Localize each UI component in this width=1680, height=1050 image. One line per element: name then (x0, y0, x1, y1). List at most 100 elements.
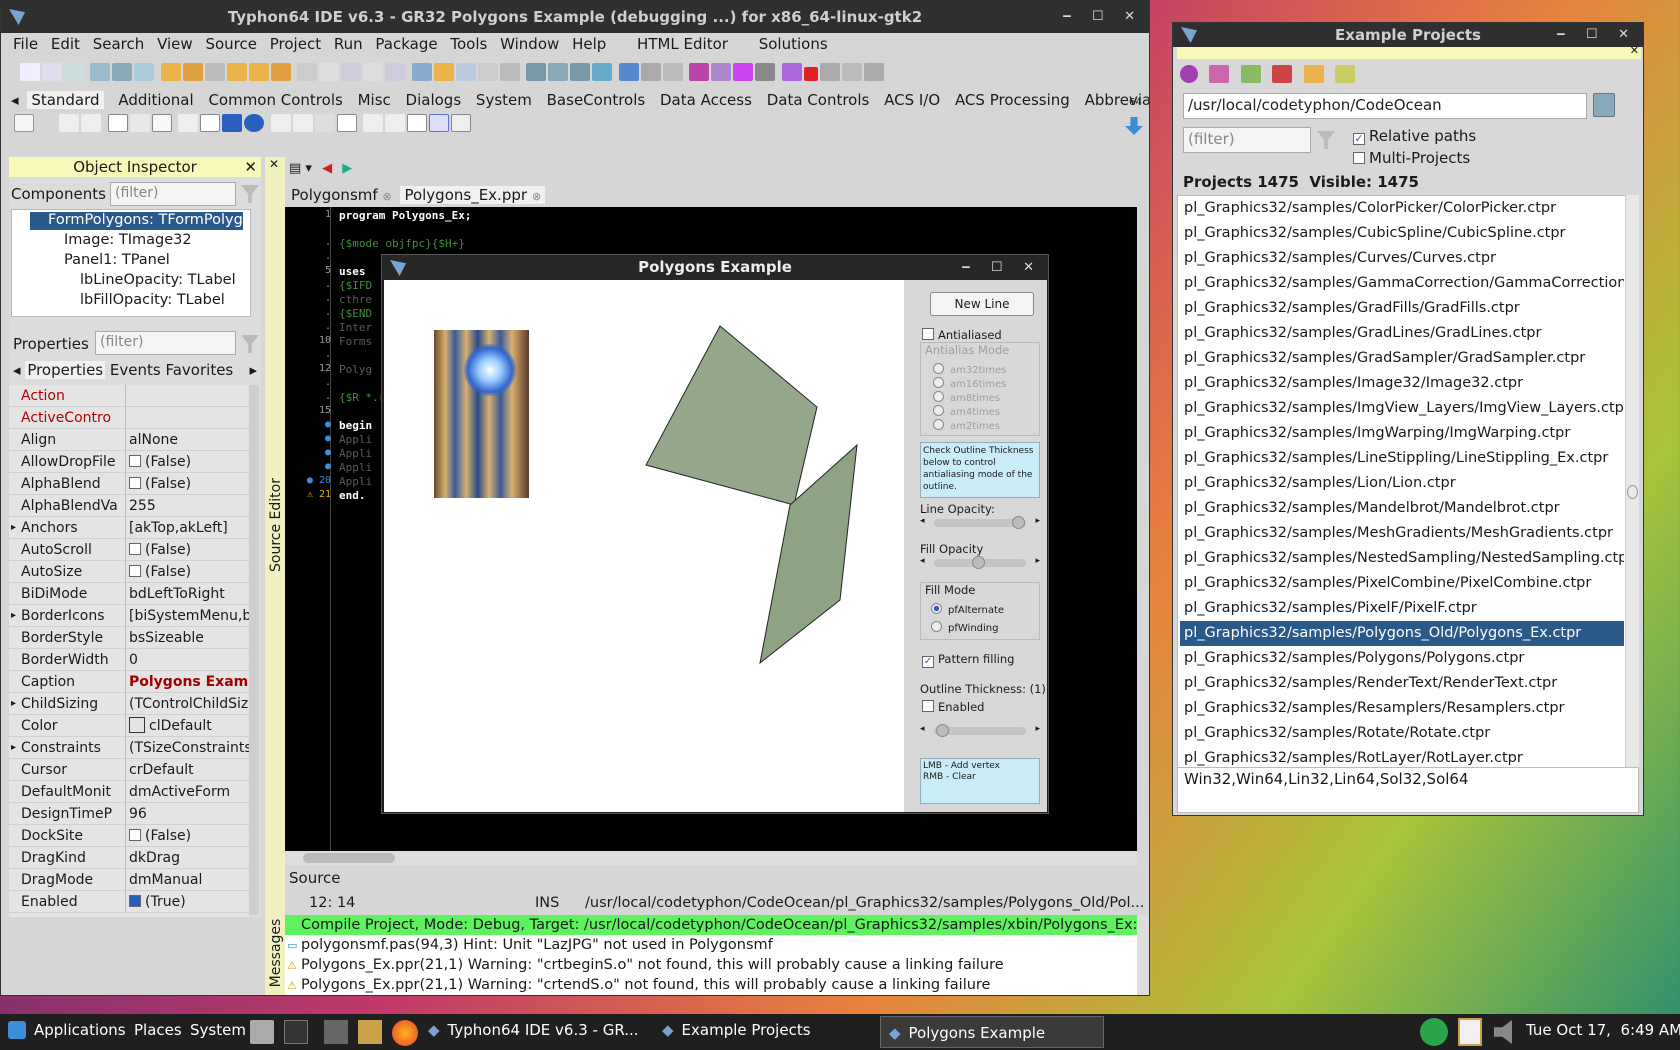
project-list-item[interactable]: pl_Graphics32/samples/Resamplers/Resampl… (1180, 696, 1624, 721)
launcher-files-icon[interactable] (250, 1020, 274, 1044)
property-value[interactable]: (False) (129, 539, 249, 560)
expand-icon[interactable]: ▸ (11, 737, 16, 758)
view-form-icon[interactable] (341, 63, 362, 81)
clock[interactable]: Tue Oct 17, 6:49 AM (1526, 1014, 1680, 1046)
tab-polygons-ex[interactable]: Polygons_Ex.ppr ⊗ (400, 186, 546, 204)
tree-node[interactable]: lbLineOpacity: TLabel (80, 272, 236, 288)
debug-icon[interactable] (526, 63, 547, 81)
property-grid-scrollbar[interactable] (249, 385, 259, 915)
clipboard-icon[interactable] (1458, 1018, 1482, 1046)
refresh-icon[interactable] (1180, 65, 1198, 83)
example-titlebar[interactable]: Polygons Example ‒ ☐ ✕ (382, 255, 1048, 280)
project-list-item[interactable]: pl_Graphics32/samples/Rotate/Rotate.ctpr (1180, 721, 1624, 746)
step-icon[interactable] (755, 63, 776, 81)
property-row[interactable]: Color clDefault (9, 715, 249, 737)
project-list-item[interactable]: pl_Graphics32/samples/GradLines/GradLine… (1180, 321, 1624, 346)
windows-icon[interactable] (385, 63, 406, 81)
projects-titlebar[interactable]: Example Projects ‒ ☐ ✕ (1173, 23, 1643, 47)
tab-favorites[interactable]: Favorites (165, 361, 233, 379)
property-value[interactable]: (TSizeConstraints (129, 737, 249, 758)
source-tab[interactable]: Source (289, 869, 341, 887)
palette-tab-misc[interactable]: Misc (358, 91, 391, 109)
property-row[interactable]: BorderWidth 0 (9, 649, 249, 671)
togglebox-icon[interactable] (200, 114, 221, 132)
tool2-icon[interactable] (433, 63, 454, 81)
project-list-item[interactable]: pl_Graphics32/samples/GradSampler/GradSa… (1180, 346, 1624, 371)
expand-icon[interactable]: ▸ (11, 693, 16, 714)
platforms-field[interactable]: Win32,Win64,Lin32,Lin64,Sol32,Sol64 (1177, 767, 1639, 813)
tool4-icon[interactable] (477, 63, 498, 81)
tree-node[interactable]: Panel1: TPanel (64, 252, 170, 268)
property-value[interactable]: dkDrag (129, 847, 249, 868)
editor-hscroll[interactable] (285, 851, 1137, 865)
panel-icon[interactable] (407, 114, 428, 132)
download-arrow-icon[interactable] (1125, 117, 1143, 135)
task-example-projects[interactable]: ◆ Example Projects (662, 1014, 872, 1046)
property-value[interactable]: dmManual (129, 869, 249, 890)
save-icon[interactable] (90, 63, 111, 81)
filter-clear-icon[interactable] (241, 185, 259, 203)
fill-radio-alternate[interactable]: pfAlternate (931, 603, 1004, 616)
menu-package[interactable]: Package (375, 35, 437, 53)
properties-filter-clear-icon[interactable] (241, 335, 259, 353)
message-item[interactable]: Compile Project, Mode: Debug, Target: /u… (285, 915, 1137, 935)
project-list-item[interactable]: pl_Graphics32/samples/CubicSpline/CubicS… (1180, 221, 1624, 246)
expand-icon[interactable]: ▸ (11, 517, 16, 538)
package2-icon[interactable] (182, 63, 203, 81)
property-value[interactable]: [akTop,akLeft] (129, 517, 249, 538)
task-polygons-example[interactable]: ◆ Polygons Example (880, 1016, 1104, 1048)
project-list-item[interactable]: pl_Graphics32/samples/Image32/Image32.ct… (1180, 371, 1624, 396)
projects-filter-clear-icon[interactable] (1317, 131, 1335, 149)
package5-icon[interactable] (248, 63, 269, 81)
browse-folder-icon[interactable] (1593, 93, 1615, 117)
tab-properties[interactable]: Properties (25, 361, 106, 379)
step-out-icon[interactable] (863, 63, 884, 81)
new-form-icon[interactable] (42, 63, 62, 81)
package3-icon[interactable] (204, 63, 225, 81)
task-typhon-ide[interactable]: ◆ Typhon64 IDE v6.3 - GR... (428, 1014, 658, 1046)
launcher-settings-icon[interactable] (324, 1020, 348, 1044)
project-list-item[interactable]: pl_Graphics32/samples/Lion/Lion.ctpr (1180, 471, 1624, 496)
slider-thumb[interactable] (1012, 516, 1025, 529)
step-into-icon[interactable] (819, 63, 840, 81)
menu-search[interactable]: Search (93, 35, 145, 53)
package4-icon[interactable] (226, 63, 247, 81)
projects-list-scrollbar[interactable] (1625, 195, 1639, 779)
projects-filter[interactable]: (filter) (1183, 127, 1311, 153)
memo-icon[interactable] (178, 114, 199, 132)
open-icon[interactable] (64, 63, 84, 81)
project-list-item[interactable]: pl_Graphics32/samples/Polygons/Polygons.… (1180, 646, 1624, 671)
project-list-item[interactable]: pl_Graphics32/samples/MeshGradients/Mesh… (1180, 521, 1624, 546)
volume-icon[interactable] (1494, 1020, 1512, 1044)
window-controls[interactable]: ‒ ☐ ✕ (1062, 1, 1143, 33)
editor-menu-icon[interactable]: ▤ ▾ (289, 161, 312, 176)
mainmenu-icon[interactable] (59, 114, 80, 132)
components-filter[interactable]: (filter) (110, 182, 236, 206)
new-file-icon[interactable] (20, 63, 40, 81)
property-value[interactable]: [biSystemMenu,b (129, 605, 249, 626)
line-opacity-slider[interactable]: ◂ ▸ (920, 516, 1040, 530)
system-menu[interactable]: System (190, 1014, 246, 1046)
aa-radio-32[interactable]: am32times (933, 363, 1006, 376)
folder-icon[interactable] (1303, 65, 1324, 83)
palette-tab-additional[interactable]: Additional (118, 91, 193, 109)
project-list-item[interactable]: pl_Graphics32/samples/ImgWarping/ImgWarp… (1180, 421, 1624, 446)
menu-source[interactable]: Source (205, 35, 257, 53)
project-list-item[interactable]: pl_Graphics32/samples/Mandelbrot/Mandelb… (1180, 496, 1624, 521)
debug4-icon[interactable] (592, 63, 613, 81)
places-menu[interactable]: Places (134, 1014, 182, 1046)
property-value[interactable]: clDefault (129, 715, 249, 736)
project-list-item[interactable]: pl_Graphics32/samples/ImgView_Layers/Img… (1180, 396, 1624, 421)
property-row[interactable]: DragKind dkDrag (9, 847, 249, 869)
palette-tab-system[interactable]: System (476, 91, 532, 109)
tool5-icon[interactable] (499, 63, 520, 81)
menu-tools[interactable]: Tools (450, 35, 487, 53)
applications-menu[interactable]: Applications (8, 1014, 126, 1046)
message-item[interactable]: ⚠ Polygons_Ex.ppr(21,1) Warning: "crtendS… (285, 975, 1137, 995)
property-value[interactable]: crDefault (129, 759, 249, 780)
project-list-item[interactable]: pl_Graphics32/samples/LineStippling/Line… (1180, 446, 1624, 471)
projects-path-field[interactable]: /usr/local/codetyphon/CodeOcean (1183, 93, 1587, 119)
menu-solutions[interactable]: Solutions (759, 35, 828, 53)
radiogroup-icon[interactable] (363, 114, 384, 132)
property-value[interactable]: bsSizeable (129, 627, 249, 648)
